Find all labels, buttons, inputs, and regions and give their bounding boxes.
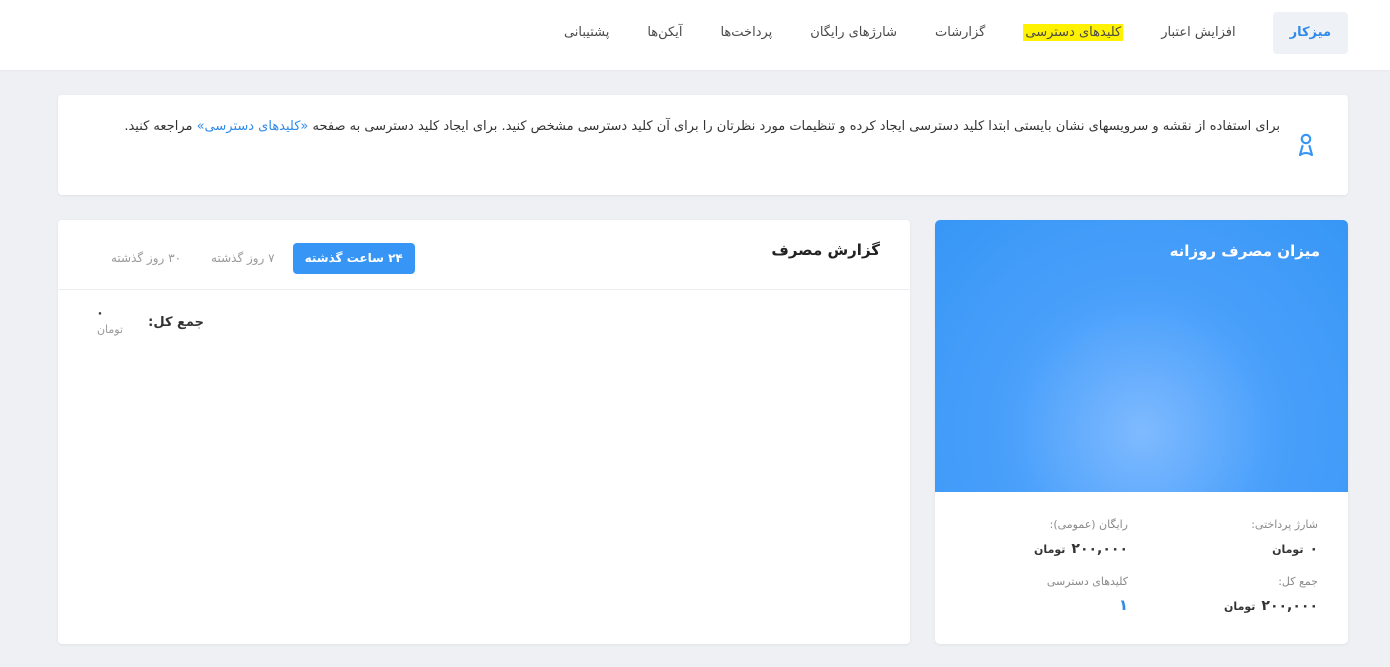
daily-usage-stats: شارژ پرداختی: ۰تومان رایگان (عمومی): ۲۰۰… [935,492,1348,644]
tab-last-24-hours[interactable]: ۲۴ ساعت گذشته [292,243,415,274]
nav-item-payments[interactable]: پرداخت‌ها [701,12,791,54]
usage-report-title: گزارش مصرف [771,241,880,259]
usage-total-unit: تومان [96,323,124,336]
nav-item-access-keys-label: کلیدهای دسترسی [1023,24,1124,41]
stat-total: جمع کل: ۲۰۰,۰۰۰تومان [1168,575,1318,614]
stat-free-general-label: رایگان (عمومی): [1049,518,1128,531]
daily-usage-title: میزان مصرف روزانه [1169,242,1320,260]
stat-free-general-value: ۲۰۰,۰۰۰تومان [1034,541,1128,557]
stat-free-general: رایگان (عمومی): ۲۰۰,۰۰۰تومان [978,518,1128,557]
map-pin-icon [1298,133,1314,157]
daily-usage-chart-area: میزان مصرف روزانه [935,220,1348,492]
nav-item-free-charges[interactable]: شارژهای رایگان [791,12,916,54]
usage-report-card: گزارش مصرف ۲۴ ساعت گذشته ۷ روز گذشته ۳۰ … [58,220,910,644]
nav-item-access-keys[interactable]: کلیدهای دسترسی [1004,12,1142,54]
info-message-suffix: مراجعه کنید. [124,119,197,134]
usage-total-value: ۰ تومان [96,306,124,336]
nav-item-support[interactable]: پشتیبانی [545,12,628,54]
info-card: برای استفاده از نقشه و سرویسهای نشان بای… [58,95,1348,195]
usage-period-tabs: ۲۴ ساعت گذشته ۷ روز گذشته ۳۰ روز گذشته [96,243,415,274]
stat-access-keys-label: کلیدهای دسترسی [1046,575,1128,588]
usage-total-number: ۰ [96,306,104,321]
stat-paid-charge-value: ۰تومان [1272,541,1318,557]
access-keys-link[interactable]: «کلیدهای دسترسی» [197,119,309,134]
usage-report-header: گزارش مصرف ۲۴ ساعت گذشته ۷ روز گذشته ۳۰ … [58,220,910,290]
stat-paid-charge: شارژ پرداختی: ۰تومان [1168,518,1318,557]
nav-item-add-credit[interactable]: افزایش اعتبار [1142,12,1254,54]
nav-menu: میزکار افزایش اعتبار کلیدهای دسترسی گزار… [545,12,1348,54]
tab-last-7-days[interactable]: ۷ روز گذشته [196,243,290,274]
stat-access-keys: کلیدهای دسترسی ۱ [978,575,1128,614]
usage-total-label: جمع کل: [148,315,204,330]
stat-access-keys-value[interactable]: ۱ [978,596,1128,614]
tab-last-30-days[interactable]: ۳۰ روز گذشته [96,243,196,274]
info-message: برای استفاده از نقشه و سرویسهای نشان بای… [100,115,1280,139]
top-navigation: میزکار افزایش اعتبار کلیدهای دسترسی گزار… [0,0,1390,70]
stat-total-label: جمع کل: [1278,575,1318,588]
nav-item-reports[interactable]: گزارشات [916,12,1004,54]
stat-paid-charge-label: شارژ پرداختی: [1251,518,1318,531]
info-message-text: برای استفاده از نقشه و سرویسهای نشان بای… [308,119,1281,134]
daily-usage-card: میزان مصرف روزانه شارژ پرداختی: ۰تومان ر… [935,220,1348,644]
stat-total-value: ۲۰۰,۰۰۰تومان [1224,598,1318,614]
nav-item-icons[interactable]: آیکن‌ها [628,12,701,54]
nav-item-dashboard[interactable]: میزکار [1272,12,1348,54]
